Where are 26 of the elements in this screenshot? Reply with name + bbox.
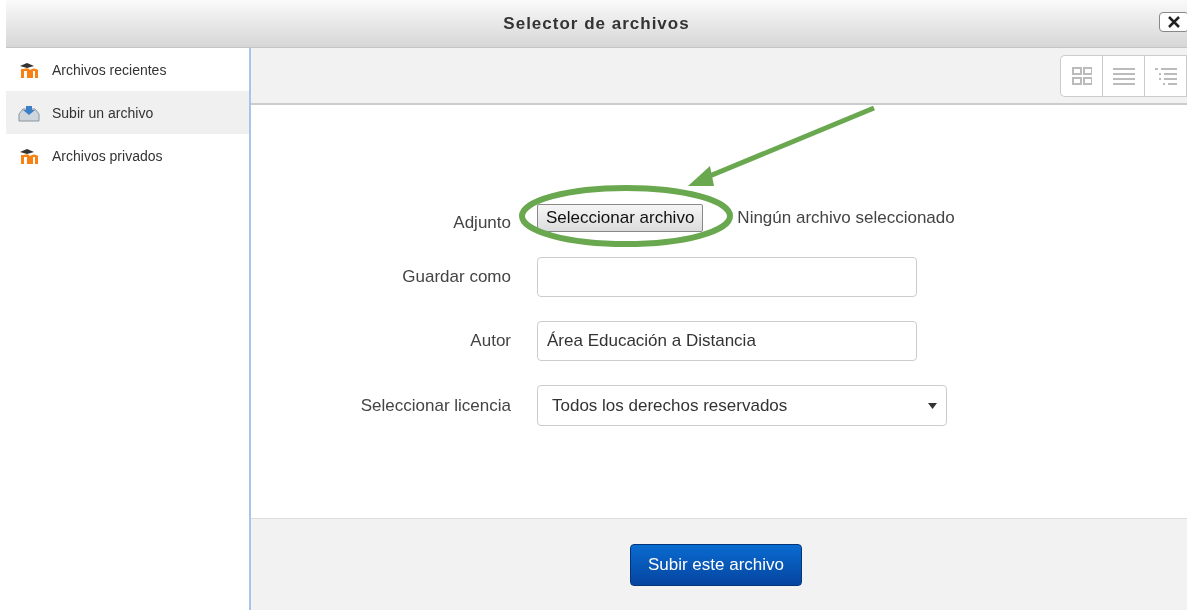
close-icon <box>1168 16 1180 28</box>
dropdown-caret-icon <box>928 402 937 409</box>
tree-view-icon <box>1154 66 1177 85</box>
upload-file-button[interactable]: Subir este archivo <box>629 543 803 586</box>
file-status-text: Ningún archivo seleccionado <box>737 208 955 228</box>
sidebar-item-label: Subir un archivo <box>52 104 154 121</box>
input-field[interactable]: Área Educación a Distancia <box>537 321 917 361</box>
license-dropdown[interactable]: Todos los derechos reservados <box>537 385 947 426</box>
field-label: Guardar como <box>401 267 511 287</box>
moodle-logo-icon <box>18 61 40 78</box>
list-view-icon <box>1112 66 1135 85</box>
input-field[interactable] <box>537 257 917 297</box>
field-label: Autor <box>469 331 511 351</box>
choose-file-button[interactable]: Seleccionar archivo <box>537 204 704 232</box>
upload-tray-icon <box>18 103 40 122</box>
sidebar-item-label: Archivos privados <box>52 147 163 164</box>
close-button[interactable] <box>1159 12 1187 32</box>
sidebar-item[interactable]: Archivos recientes <box>6 48 249 91</box>
sidebar-item[interactable]: Subir un archivo <box>6 91 249 134</box>
moodle-logo-icon <box>18 147 40 164</box>
window-title: Selector de archivos <box>503 13 690 34</box>
field-label: Adjunto <box>452 213 511 233</box>
sidebar-item-label: Archivos recientes <box>52 61 167 78</box>
field-label: Seleccionar licencia <box>359 395 511 416</box>
sidebar-item[interactable]: Archivos privados <box>6 134 249 177</box>
grid-view-icon <box>1071 66 1092 85</box>
